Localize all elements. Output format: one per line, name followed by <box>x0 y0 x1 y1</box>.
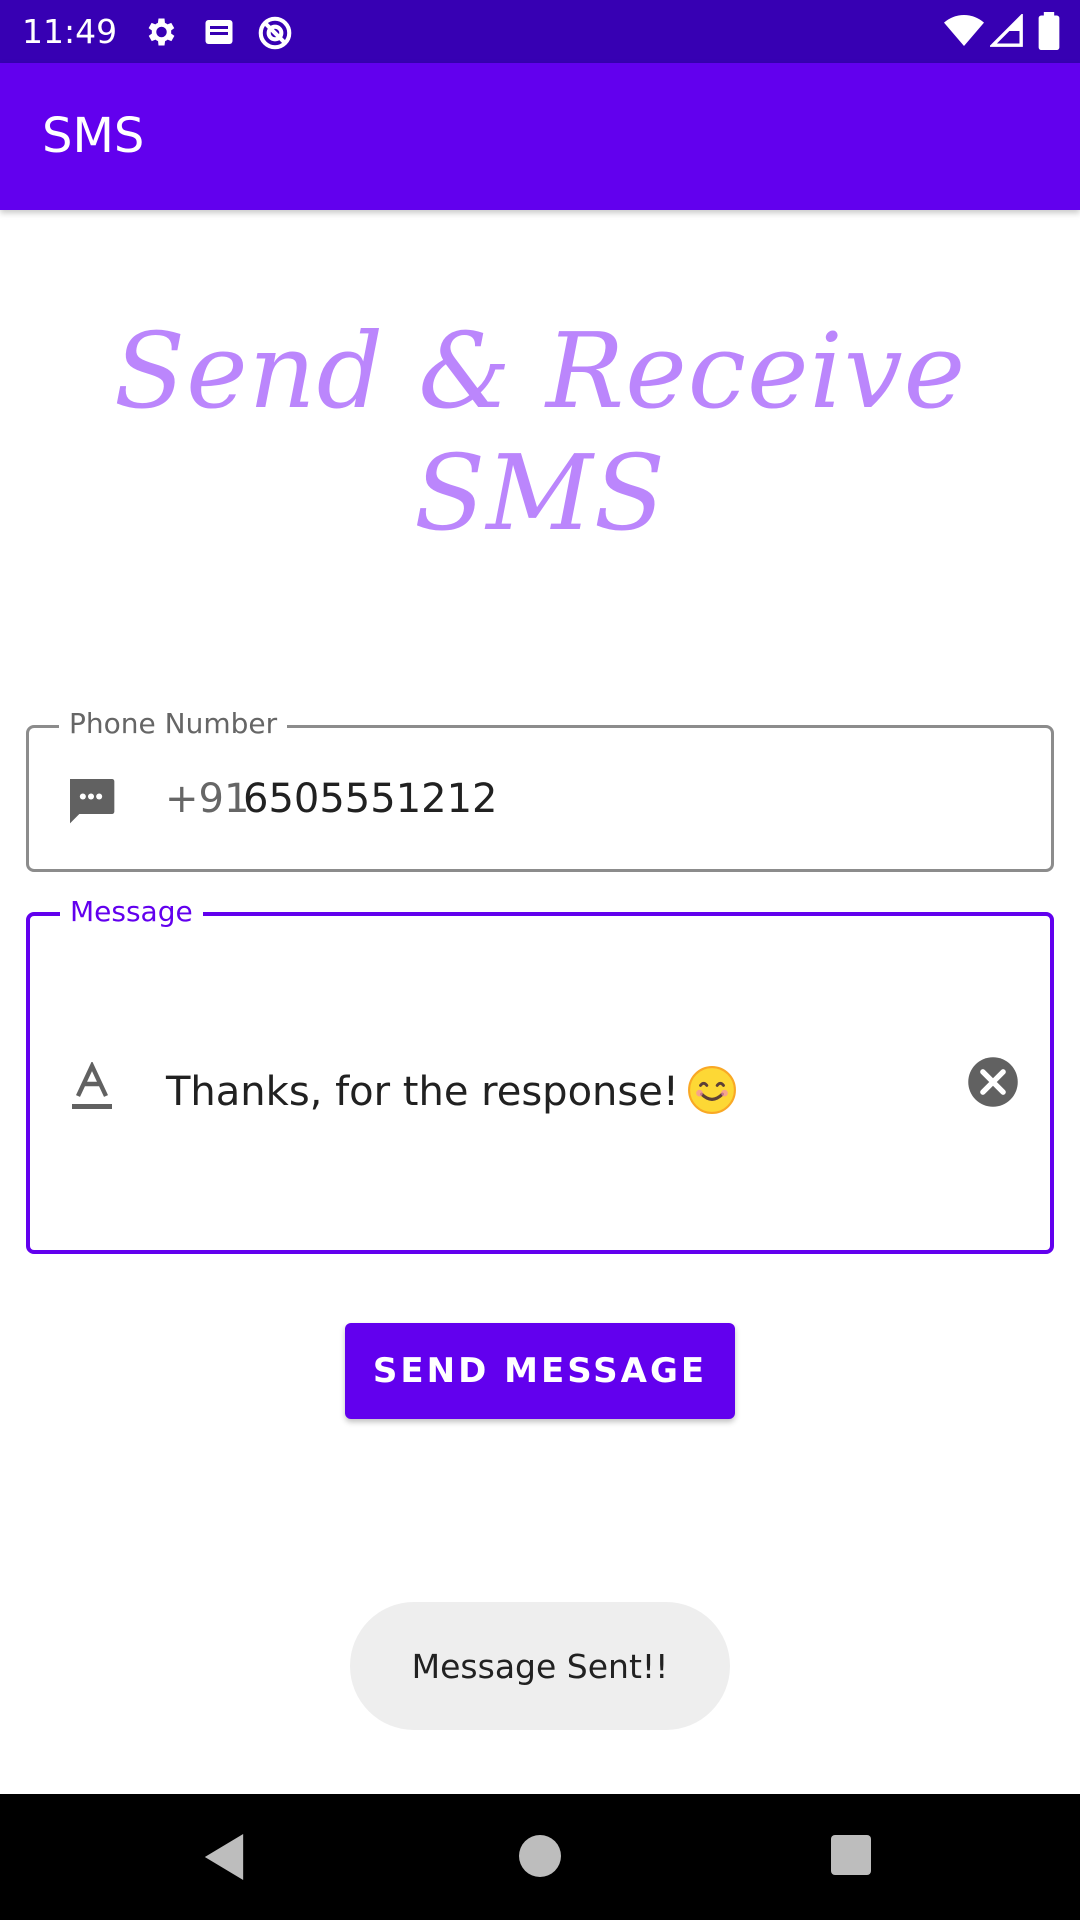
app-bar: SMS <box>0 63 1080 210</box>
status-time: 11:49 <box>22 12 118 51</box>
sync-disabled-icon <box>256 14 294 57</box>
recents-icon[interactable] <box>831 1835 871 1880</box>
message-label: Message <box>60 894 203 930</box>
message-input[interactable]: Thanks, for the response! <box>166 1065 737 1125</box>
status-bar: 11:49 <box>0 0 1080 63</box>
text-format-icon <box>70 1060 114 1117</box>
phone-number-input[interactable]: 6505551212 <box>243 776 498 822</box>
phone-number-field[interactable]: Phone Number +91 6505551212 <box>26 706 1054 872</box>
phone-prefix: +91 <box>165 776 250 822</box>
send-message-button[interactable]: SEND MESSAGE <box>345 1323 735 1419</box>
headline: Send & Receive SMS <box>113 310 967 554</box>
wifi-icon <box>944 14 984 53</box>
battery-icon <box>1038 12 1060 55</box>
clear-text-icon[interactable] <box>966 1055 1020 1114</box>
notification-icon <box>201 14 237 55</box>
message-text: Thanks, for the response! <box>166 1069 679 1115</box>
home-icon[interactable] <box>519 1835 561 1882</box>
navigation-bar <box>0 1794 1080 1920</box>
smiling-face-emoji <box>687 1065 737 1125</box>
back-icon[interactable] <box>204 1834 244 1885</box>
sms-screen: 11:49 SMS Send & Receive SMS Phone Numbe… <box>0 0 1080 1920</box>
phone-number-label: Phone Number <box>59 706 288 742</box>
cell-signal-icon <box>988 12 1024 53</box>
toast-message: Message Sent!! <box>350 1602 730 1730</box>
message-dots-icon <box>63 772 119 833</box>
toast-text: Message Sent!! <box>411 1646 669 1686</box>
app-title: SMS <box>42 108 145 164</box>
settings-icon <box>142 14 178 55</box>
message-field[interactable]: Message Thanks, for the response! <box>26 894 1054 1254</box>
